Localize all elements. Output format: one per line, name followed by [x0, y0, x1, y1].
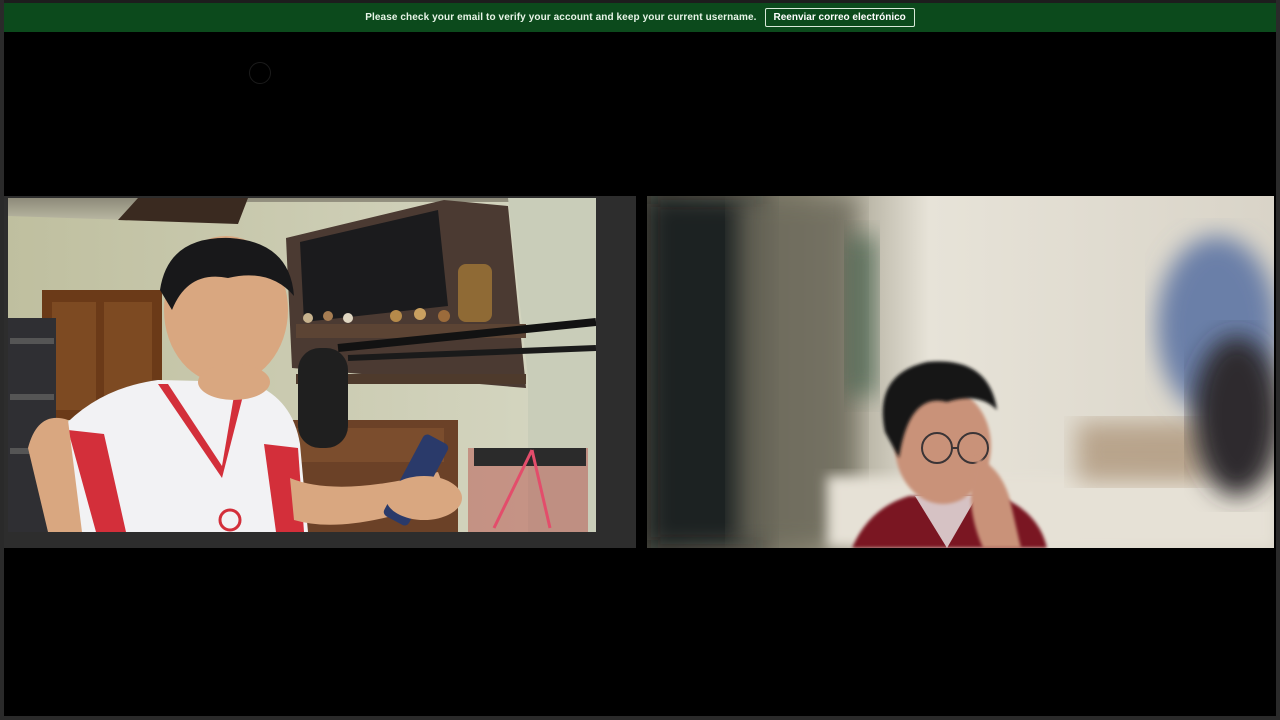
loading-spinner-icon — [249, 62, 271, 84]
participant-tile-2[interactable] — [647, 196, 1274, 548]
call-window: Please check your email to verify your a… — [0, 0, 1280, 720]
participant-video-2 — [647, 196, 1274, 548]
participant-tile-1[interactable] — [4, 196, 636, 548]
verify-email-banner: Please check your email to verify your a… — [4, 0, 1276, 32]
verify-email-message: Please check your email to verify your a… — [365, 12, 757, 23]
resend-email-button[interactable]: Reenviar correo electrónico — [764, 8, 915, 27]
participant-video-1 — [8, 198, 596, 532]
